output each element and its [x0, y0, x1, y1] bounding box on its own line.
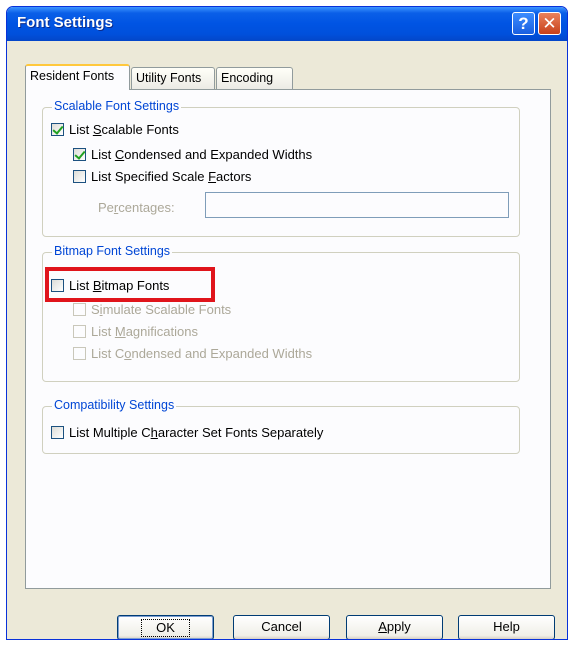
percentages-input[interactable]	[205, 192, 509, 218]
close-icon[interactable]: ✕	[538, 12, 561, 35]
list-magnifications-checkbox: List Magnifications	[73, 323, 198, 339]
checkbox-box	[73, 324, 86, 338]
checkbox-box[interactable]	[51, 425, 64, 439]
checkbox-box[interactable]	[51, 122, 64, 136]
dialog-title: Font Settings	[17, 14, 113, 31]
checkbox-label: List Condensed and Expanded Widths	[91, 345, 313, 361]
group-label-scalable: Scalable Font Settings	[52, 99, 182, 113]
scalable-font-settings-group: Scalable Font Settings List Scalable Fon…	[42, 99, 520, 237]
list-specified-scale-factors-checkbox[interactable]: List Specified Scale Factors	[73, 168, 251, 184]
checkbox-label: List Multiple Character Set Fonts Separa…	[69, 424, 324, 440]
checkbox-label: List Condensed and Expanded Widths	[91, 146, 313, 162]
apply-button[interactable]: Apply	[346, 615, 443, 639]
group-label-compatibility: Compatibility Settings	[52, 398, 177, 412]
checkbox-label: List Specified Scale Factors	[91, 168, 252, 184]
tab-panel-resident-fonts: Scalable Font Settings List Scalable Fon…	[25, 89, 551, 589]
checkbox-box	[73, 302, 86, 316]
checkbox-label: List Scalable Fonts	[69, 121, 179, 137]
percentages-label: Pe r centages:	[98, 199, 175, 215]
tab-resident-fonts[interactable]: Resident Fonts	[25, 64, 130, 90]
cancel-button[interactable]: Cancel	[233, 615, 330, 639]
font-settings-dialog: Font Settings ? ✕ Resident Fonts Utility…	[6, 6, 568, 640]
list-condensed-widths-checkbox[interactable]: List Condensed and Expanded Widths	[73, 146, 312, 162]
highlight-annotation	[45, 267, 215, 302]
ok-button[interactable]: OK	[117, 615, 214, 639]
bitmap-condensed-widths-checkbox: List Condensed and Expanded Widths	[73, 345, 312, 361]
tab-utility-fonts[interactable]: Utility Fonts	[131, 67, 215, 89]
help-button[interactable]: Help	[458, 615, 555, 639]
checkbox-label: Simulate Scalable Fonts	[91, 301, 232, 317]
checkbox-box[interactable]	[73, 169, 86, 183]
checkbox-box	[73, 346, 86, 360]
list-scalable-fonts-checkbox[interactable]: List Scalable Fonts	[51, 121, 179, 137]
simulate-scalable-fonts-checkbox: Simulate Scalable Fonts	[73, 301, 231, 317]
title-bar[interactable]: Font Settings ? ✕	[7, 7, 567, 41]
checkbox-label: List Magnifications	[91, 323, 198, 339]
list-multiple-charset-checkbox[interactable]: List Multiple Character Set Fonts Separa…	[51, 424, 323, 440]
dialog-client-area: Resident Fonts Utility Fonts Encoding Sc…	[7, 41, 567, 639]
compatibility-settings-group: Compatibility Settings List Multiple Cha…	[42, 398, 520, 454]
group-label-bitmap: Bitmap Font Settings	[52, 244, 173, 258]
help-icon[interactable]: ?	[512, 12, 535, 35]
checkbox-box[interactable]	[73, 147, 86, 161]
tab-encoding[interactable]: Encoding	[216, 67, 293, 89]
